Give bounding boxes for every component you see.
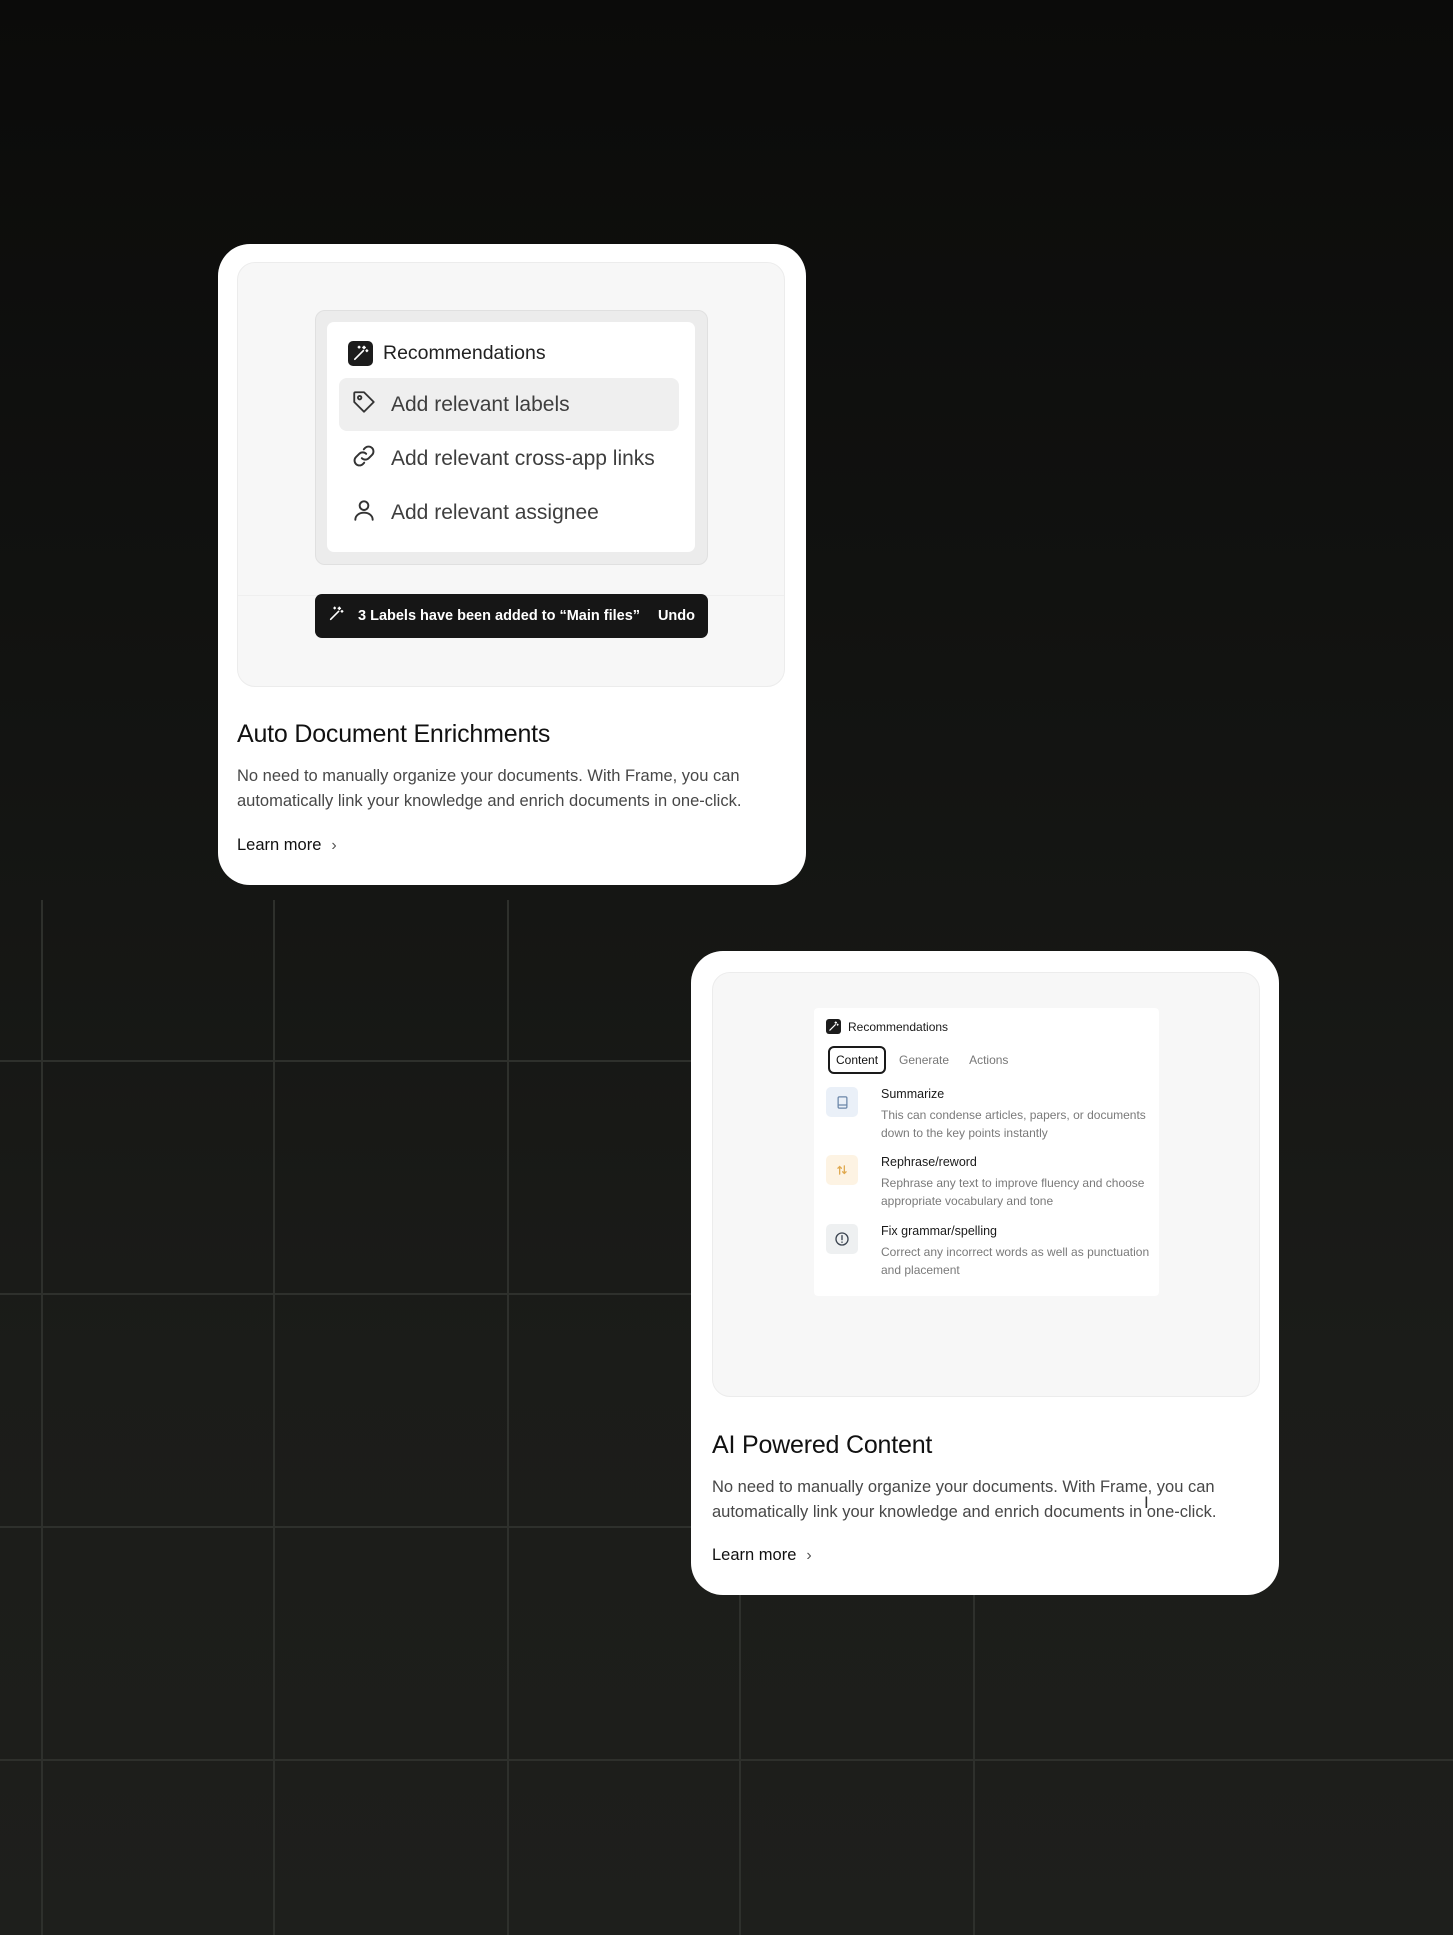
option-description: Correct any incorrect words as well as p… [881,1245,1150,1277]
text-cursor-icon: I [1144,1493,1149,1512]
undo-button[interactable]: Undo [658,608,695,624]
item-label: Add relevant assignee [391,500,599,524]
add-relevant-labels-item[interactable]: Add relevant labels [339,378,679,431]
labels-added-toast: 3 Labels have been added to “Main files”… [315,594,708,638]
card-description: No need to manually organize your docume… [712,1478,1217,1521]
recommendations-menu: Recommendations Add relevant labels Add … [315,310,708,565]
recommendations-title: Recommendations [383,342,546,364]
option-title: Fix grammar/spelling [881,1224,998,1238]
ai-powered-content-card: Recommendations Content Generate Actions… [691,951,1279,1595]
recommendations-header: Recommendations [348,341,546,366]
option-title: Summarize [881,1087,945,1101]
learn-more-label: Learn more [237,836,322,854]
learn-more-link[interactable]: Learn more › [712,1546,812,1565]
auto-document-enrichments-card: Recommendations Add relevant labels Add … [218,244,806,885]
item-label: Add relevant cross-app links [391,446,655,470]
option-description: Rephrase any text to improve fluency and… [881,1176,1145,1208]
card-title: AI Powered Content [712,1431,933,1459]
card-description: No need to manually organize your docume… [237,767,742,810]
recommendations-panel: Recommendations Content Generate Actions… [814,1008,1159,1296]
tab-bar: Content Generate Actions [828,1046,1015,1074]
learn-more-link[interactable]: Learn more › [237,836,337,855]
tab-generate[interactable]: Generate [892,1047,956,1073]
link-icon [351,443,377,475]
learn-more-label: Learn more [712,1546,797,1564]
item-label: Add relevant labels [391,392,570,416]
book-icon [826,1087,858,1117]
add-relevant-assignee-item[interactable]: Add relevant assignee [339,486,679,539]
alert-circle-icon [826,1224,858,1254]
card-title: Auto Document Enrichments [237,720,551,748]
option-title: Rephrase/reword [881,1155,977,1169]
recommendations-header: Recommendations [826,1019,948,1034]
toast-message: 3 Labels have been added to “Main files” [358,608,641,624]
user-icon [351,497,377,529]
option-description: This can condense articles, papers, or d… [881,1108,1146,1140]
sparkle-wand-icon [328,606,344,626]
card-preview: Recommendations Add relevant labels Add … [237,262,785,687]
chevron-right-icon: › [806,1546,812,1564]
tab-content[interactable]: Content [828,1046,887,1074]
recommendations-title: Recommendations [848,1019,949,1034]
tab-actions[interactable]: Actions [962,1047,1015,1073]
recommendations-list: Recommendations Add relevant labels Add … [327,322,695,552]
magic-wand-icon [348,341,373,366]
magic-wand-icon [826,1019,841,1034]
tag-icon [351,389,377,421]
add-relevant-cross-app-links-item[interactable]: Add relevant cross-app links [339,432,679,485]
swap-arrows-icon [826,1155,858,1185]
chevron-right-icon: › [331,836,337,854]
card-preview: Recommendations Content Generate Actions… [712,972,1260,1397]
